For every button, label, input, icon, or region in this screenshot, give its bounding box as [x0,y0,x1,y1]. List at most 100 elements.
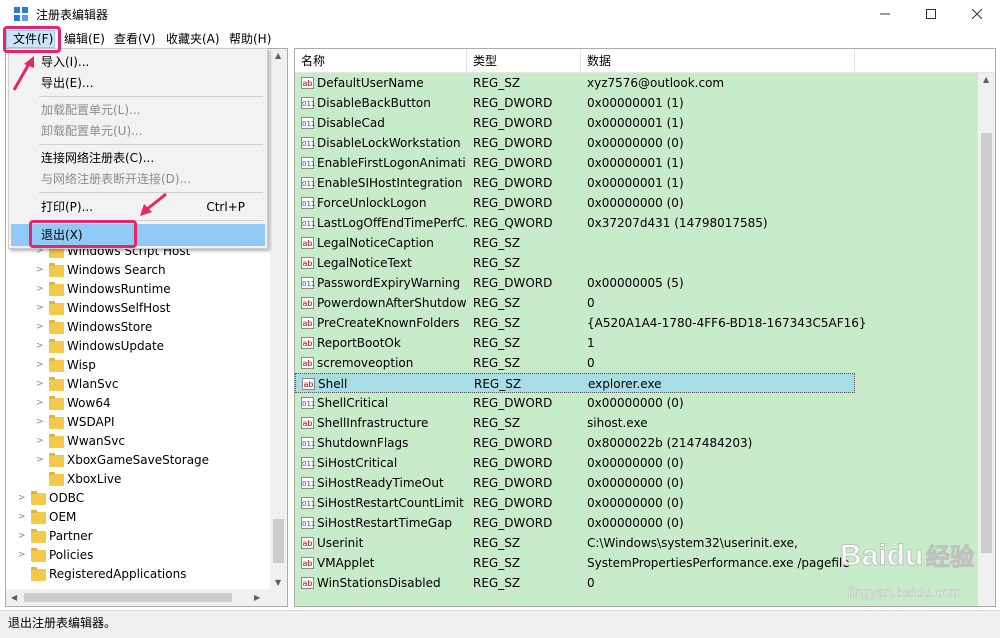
expand-arrow-icon[interactable]: > [18,527,28,546]
expand-arrow-icon[interactable]: > [36,394,46,413]
value-data: 0 [587,296,595,310]
table-row[interactable]: 011 SiHostCritical REG_DWORD 0x00000000 (0) [295,453,855,473]
expand-arrow-icon[interactable]: > [18,546,28,565]
list-scroll-thumb[interactable] [981,133,992,553]
menu-item-export[interactable]: 导出(E)... [9,72,267,94]
tree-horizontal-scrollbar[interactable]: ◀ ▶ [6,589,287,606]
menu-help[interactable]: 帮助(H) [229,31,271,47]
column-header-data[interactable]: 数据 [581,49,855,73]
expand-arrow-icon[interactable]: > [36,413,46,432]
table-row[interactable]: 011 SiHostRestartCountLimit REG_DWORD 0x000… [295,493,855,513]
menu-item-import[interactable]: 导入(I)... [9,51,267,73]
value-type: REG_DWORD [473,196,553,210]
maximize-button[interactable] [908,0,954,29]
binary-value-icon: 011 [301,177,315,189]
table-row[interactable]: 011 DisableBackButton REG_DWORD 0x00000001 … [295,93,855,113]
table-row[interactable]: ab Shell REG_SZ explorer.exe [295,373,855,393]
table-row[interactable]: ab LegalNoticeText REG_SZ [295,253,855,273]
table-row[interactable]: 011 ShellCritical REG_DWORD 0x00000000 (0) [295,393,855,413]
table-row[interactable]: 011 ForceUnlockLogon REG_DWORD 0x00000000 (… [295,193,855,213]
table-row[interactable]: 011 SiHostReadyTimeOut REG_DWORD 0x00000000… [295,473,855,493]
minimize-button[interactable] [862,0,908,29]
tree-item-label: WlanSvc [67,377,119,391]
value-type: REG_DWORD [473,276,553,290]
table-row[interactable]: ab WinStationsDisabled REG_SZ 0 [295,573,855,593]
string-value-icon: ab [301,577,314,589]
value-name: EnableFirstLogonAnimati... [317,156,467,170]
expand-arrow-icon[interactable]: > [36,337,46,356]
expand-arrow-icon[interactable]: > [18,489,28,508]
expand-arrow-icon[interactable]: > [36,432,46,451]
menu-item-connect-network[interactable]: 连接网络注册表(C)... [9,147,267,169]
table-row[interactable]: ab LegalNoticeCaption REG_SZ [295,233,855,253]
table-row[interactable]: ab PreCreateKnownFolders REG_SZ {A520A1A4-1… [295,313,867,333]
value-data: SystemPropertiesPerformance.exe /pagefil… [587,556,850,570]
scroll-down-icon[interactable]: ▼ [275,578,281,587]
tree-item-label: RegisteredApplications [49,567,187,581]
annotation-arrow-icon [12,56,34,91]
baidu-jingyan-watermark: Baidu 经验 jingyan.baidu.com [840,539,975,601]
table-row[interactable]: 011 EnableFirstLogonAnimati... REG_DWORD 0x… [295,153,855,173]
table-row[interactable]: 011 LastLogOffEndTimePerfC... REG_QWORD 0x3… [295,213,855,233]
table-row[interactable]: ab ShellInfrastructure REG_SZ sihost.exe [295,413,855,433]
menu-edit[interactable]: 编辑(E) [64,31,105,47]
value-name: VMApplet [317,556,375,570]
expand-arrow-icon[interactable]: > [36,451,46,470]
menu-view[interactable]: 查看(V) [114,31,156,47]
table-row[interactable]: ab VMApplet REG_SZ SystemPropertiesPerforma… [295,553,855,573]
value-name: SiHostRestartTimeGap [317,516,453,530]
scroll-up-icon[interactable]: ▲ [275,51,281,60]
table-row[interactable]: 011 ShutdownFlags REG_DWORD 0x8000022b (214… [295,433,855,453]
table-row[interactable]: ab DefaultUserName REG_SZ xyz7576@outlook.c… [295,73,855,93]
expand-arrow-icon[interactable]: > [36,299,46,318]
string-value-icon: ab [301,237,314,249]
value-data: explorer.exe [588,377,662,391]
value-type: REG_DWORD [473,476,553,490]
tree-hscroll-thumb[interactable] [24,593,232,602]
menu-separator [39,96,263,97]
expand-arrow-icon[interactable]: > [36,280,46,299]
table-row[interactable]: ab Userinit REG_SZ C:\Windows\system32\user… [295,533,855,553]
menu-separator [39,144,263,145]
table-row[interactable]: 011 DisableLockWorkstation REG_DWORD 0x0000… [295,133,855,153]
scroll-up-icon[interactable]: ▲ [983,75,989,84]
table-row[interactable]: 011 DisableCad REG_DWORD 0x00000001 (1) [295,113,855,133]
value-type: REG_SZ [473,416,521,430]
folder-icon [49,339,64,353]
expand-arrow-icon[interactable]: > [36,318,46,337]
column-header-name[interactable]: 名称 [295,49,467,73]
expand-arrow-icon[interactable]: > [36,261,46,280]
tree-item-label: Wisp [67,358,96,372]
table-row[interactable]: ab PowerdownAfterShutdown REG_SZ 0 [295,293,855,313]
column-header-type[interactable]: 类型 [467,49,581,73]
title-bar: 注册表编辑器 [0,0,1000,29]
binary-value-icon: 011 [301,137,315,149]
expand-arrow-icon[interactable]: > [36,356,46,375]
value-data: 0x37207d431 (14798017585) [587,216,768,230]
string-value-icon: ab [301,417,314,429]
expand-arrow-icon[interactable]: > [18,508,28,527]
regedit-icon [14,7,28,21]
tree-vertical-scrollbar[interactable]: ▲ ▼ [270,49,287,590]
table-row[interactable]: 011 SiHostRestartTimeGap REG_DWORD 0x000000… [295,513,855,533]
value-type: REG_SZ [473,576,521,590]
folder-icon [31,491,46,505]
tree-scroll-thumb[interactable] [273,519,284,563]
tree-item-label: Wow64 [67,396,111,410]
table-row[interactable]: ab ReportBootOk REG_SZ 1 [295,333,855,353]
watermark-brand: Baidu [840,539,923,572]
scroll-right-icon[interactable]: ▶ [254,593,260,602]
table-row[interactable]: ab scremoveoption REG_SZ 0 [295,353,855,373]
menu-favorites[interactable]: 收藏夹(A) [166,31,220,47]
values-list-pane[interactable]: 名称 类型 数据 ab DefaultUserName REG_SZ xyz7576@… [294,48,996,607]
value-name: Userinit [317,536,364,550]
table-row[interactable]: 011 EnableSIHostIntegration REG_DWORD 0x000… [295,173,855,193]
value-name: ReportBootOk [317,336,401,350]
table-row[interactable]: 011 PasswordExpiryWarning REG_DWORD 0x00000… [295,273,855,293]
string-value-icon: ab [301,77,314,89]
close-button[interactable] [954,0,1000,29]
value-data: sihost.exe [587,416,648,430]
scroll-left-icon[interactable]: ◀ [11,593,17,602]
expand-arrow-icon[interactable]: > [36,375,46,394]
tree-item-label: WwanSvc [67,434,125,448]
